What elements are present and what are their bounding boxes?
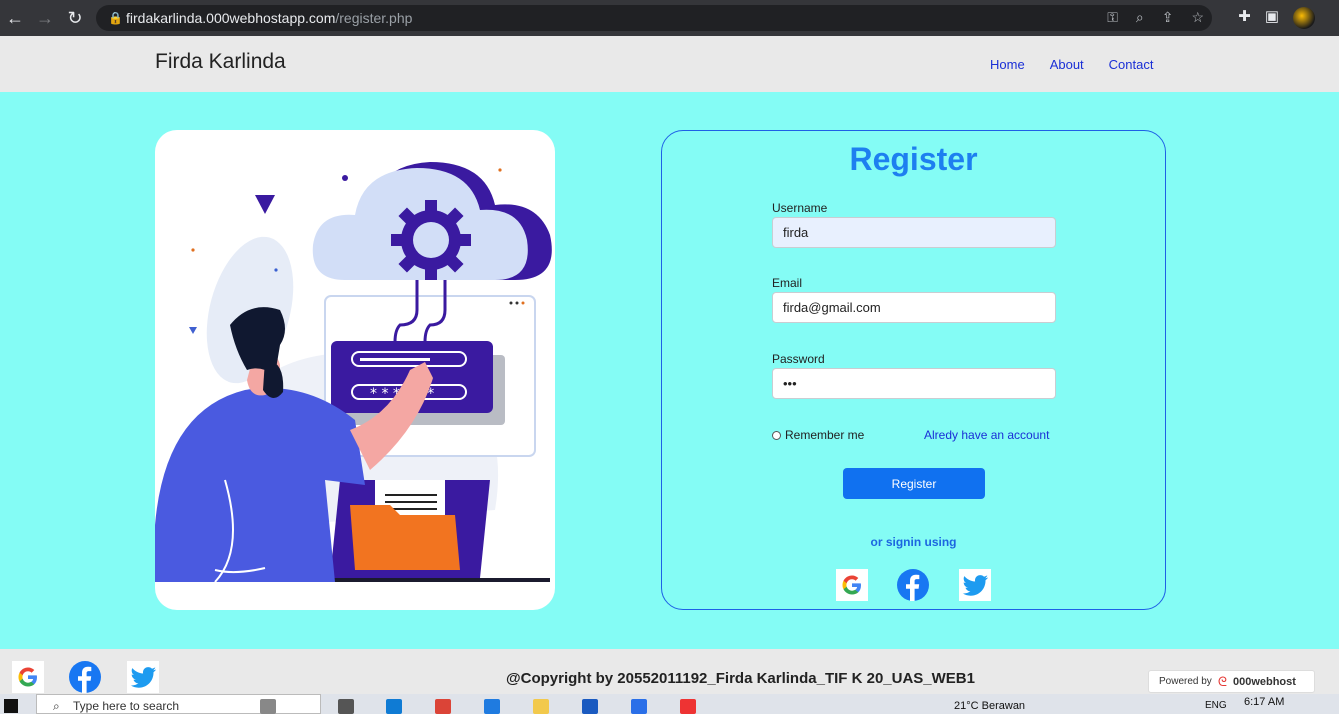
site-header: Firda Karlinda Home About Contact <box>0 36 1339 92</box>
email-input[interactable]: firda@gmail.com <box>772 292 1056 323</box>
taskbar-search[interactable]: ⌕ Type here to search <box>36 694 321 714</box>
weather-text[interactable]: 21°C Berawan <box>954 700 1025 712</box>
edge-icon[interactable] <box>386 699 402 714</box>
taskbar-app-icon[interactable] <box>338 699 354 714</box>
windows-start-icon[interactable] <box>4 699 18 713</box>
password-label: Password <box>772 352 825 366</box>
bookmark-star-icon[interactable]: ☆ <box>1191 9 1204 26</box>
nav-contact[interactable]: Contact <box>1109 57 1154 72</box>
main-section: * * * * * * Register Username firda Emai… <box>0 92 1339 649</box>
footer-google-icon[interactable] <box>12 661 44 693</box>
register-title: Register <box>849 141 978 177</box>
taskbar-app2-icon[interactable] <box>631 699 647 714</box>
powered-brand: 000webhost <box>1232 675 1296 688</box>
nav-home[interactable]: Home <box>990 57 1025 72</box>
login-illustration: * * * * * * <box>155 130 555 610</box>
reload-icon[interactable]: ↻ <box>60 3 90 33</box>
profile-avatar[interactable] <box>1293 7 1315 29</box>
nav-about[interactable]: About <box>1050 57 1084 72</box>
browser-toolbar: ← → ↻ 🔒 firdakarlinda.000webhostapp.com /… <box>0 0 1339 36</box>
remember-me[interactable]: Remember me <box>772 428 864 442</box>
top-nav: Home About Contact <box>990 57 1178 72</box>
username-label: Username <box>772 201 828 215</box>
zoom-icon[interactable]: ⌕ <box>1136 9 1144 26</box>
google-icon[interactable] <box>836 569 868 601</box>
extensions-icon[interactable]: ✚ <box>1238 7 1251 29</box>
powered-by-badge[interactable]: Powered by ᘓ 000webhost <box>1148 670 1315 693</box>
footer-facebook-icon[interactable] <box>69 661 101 693</box>
share-icon[interactable]: ⇪ <box>1162 9 1174 26</box>
facebook-icon[interactable] <box>897 569 929 601</box>
side-panel-icon[interactable]: ▣ <box>1265 7 1279 29</box>
mail-icon[interactable] <box>582 699 598 714</box>
clock-time[interactable]: 6:17 AM <box>1244 696 1284 708</box>
chrome-icon[interactable] <box>435 699 451 714</box>
remember-radio[interactable] <box>772 430 781 440</box>
register-button[interactable]: Register <box>843 468 985 499</box>
forward-icon[interactable]: → <box>30 3 60 33</box>
site-brand: Firda Karlinda <box>155 50 286 73</box>
have-account-link[interactable]: Alredy have an account <box>924 428 1049 442</box>
key-icon[interactable]: ⚿ <box>1107 9 1118 26</box>
vscode-icon[interactable] <box>484 699 500 714</box>
taskbar-search-text: Type here to search <box>73 699 180 713</box>
username-input[interactable]: firda <box>772 217 1056 248</box>
site-footer: @Copyright by 20552011192_Firda Karlinda… <box>0 649 1339 694</box>
or-signin-text: or signin using <box>870 535 957 549</box>
twitter-icon[interactable] <box>959 569 991 601</box>
file-explorer-icon[interactable] <box>533 699 549 714</box>
language-indicator[interactable]: ENG <box>1205 700 1227 711</box>
back-icon[interactable]: ← <box>0 3 30 33</box>
taskbar-app3-icon[interactable] <box>680 699 696 714</box>
password-input[interactable]: ••• <box>772 368 1056 399</box>
copyright-text: @Copyright by 20552011192_Firda Karlinda… <box>506 670 975 687</box>
webhost-logo-icon: ᘓ <box>1217 673 1227 689</box>
url-path: /register.php <box>335 10 413 26</box>
windows-taskbar: ⌕ Type here to search 21°C Berawan ENG 6… <box>0 694 1339 714</box>
register-card: Register Username firda Email firda@gmai… <box>661 130 1166 610</box>
powered-label: Powered by <box>1159 676 1212 687</box>
task-view-icon[interactable] <box>260 699 276 714</box>
lock-icon: 🔒 <box>108 11 123 25</box>
remember-label: Remember me <box>785 428 865 442</box>
url-host: firdakarlinda.000webhostapp.com <box>126 10 336 26</box>
address-bar[interactable]: 🔒 firdakarlinda.000webhostapp.com/regist… <box>96 5 1212 31</box>
footer-twitter-icon[interactable] <box>127 661 159 693</box>
email-label: Email <box>772 276 803 290</box>
